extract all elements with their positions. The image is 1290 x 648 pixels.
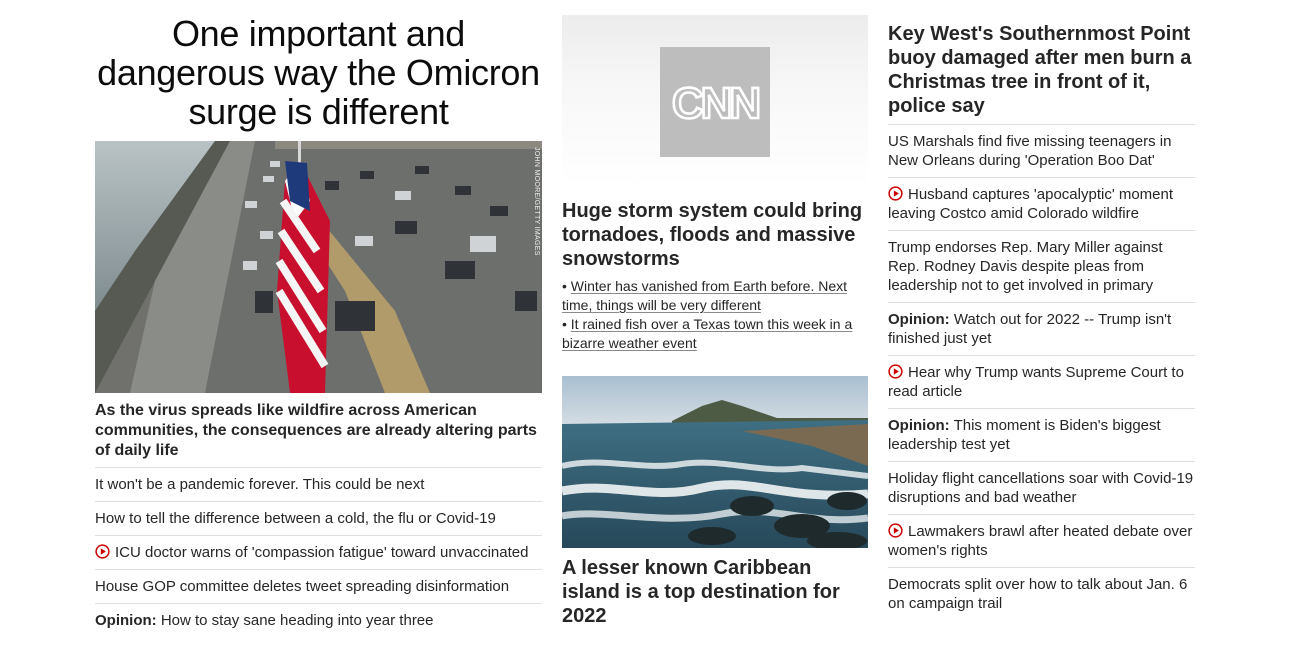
list-item[interactable]: Trump endorses Rep. Mary Miller against … bbox=[888, 230, 1195, 302]
list-item-text: How to tell the difference between a col… bbox=[95, 510, 496, 527]
list-item[interactable]: Lawmakers brawl after heated debate over… bbox=[888, 514, 1195, 567]
opinion-kicker: Opinion: bbox=[95, 612, 157, 629]
opinion-kicker: Opinion: bbox=[888, 311, 950, 328]
lead-headline[interactable]: One important and dangerous way the Omic… bbox=[95, 14, 542, 131]
list-item[interactable]: Opinion: Watch out for 2022 -- Trump isn… bbox=[888, 302, 1195, 355]
secondary-stories-column: CNN Huge storm system could bring tornad… bbox=[562, 0, 868, 628]
related-link[interactable]: • It rained fish over a Texas town this … bbox=[562, 315, 868, 353]
play-circle-icon bbox=[888, 364, 903, 379]
cnn-logo-icon: CNN bbox=[660, 47, 770, 157]
list-item-text: Democrats split over how to talk about J… bbox=[888, 576, 1188, 612]
play-circle-icon bbox=[888, 523, 903, 538]
photo-credit: JOHN MOORE/GETTY IMAGES bbox=[533, 147, 540, 256]
related-stories-list: It won't be a pandemic forever. This cou… bbox=[95, 467, 542, 637]
list-item[interactable]: Hear why Trump wants Supreme Court to re… bbox=[888, 355, 1195, 408]
list-item[interactable]: House GOP committee deletes tweet spread… bbox=[95, 569, 542, 603]
storm-story-image[interactable]: CNN bbox=[562, 15, 868, 187]
list-item[interactable]: US Marshals find five missing teenagers … bbox=[888, 124, 1195, 177]
play-circle-icon bbox=[888, 186, 903, 201]
list-item-text: US Marshals find five missing teenagers … bbox=[888, 133, 1172, 169]
lead-story-caption[interactable]: As the virus spreads like wildfire acros… bbox=[95, 401, 542, 461]
list-item[interactable]: Opinion: This moment is Biden's biggest … bbox=[888, 408, 1195, 461]
list-item[interactable]: ICU doctor warns of 'compassion fatigue'… bbox=[95, 535, 542, 569]
list-item[interactable]: Holiday flight cancellations soar with C… bbox=[888, 461, 1195, 514]
caribbean-coast-photo bbox=[562, 376, 868, 548]
list-item-text: ICU doctor warns of 'compassion fatigue'… bbox=[115, 544, 529, 561]
list-item-text: Holiday flight cancellations soar with C… bbox=[888, 470, 1194, 506]
list-item[interactable]: It won't be a pandemic forever. This cou… bbox=[95, 467, 542, 501]
storm-related-links: • Winter has vanished from Earth before.… bbox=[562, 277, 868, 353]
list-item-text: House GOP committee deletes tweet spread… bbox=[95, 578, 510, 595]
list-item-text: It won't be a pandemic forever. This cou… bbox=[95, 476, 425, 493]
list-item-text: Husband captures 'apocalyptic' moment le… bbox=[888, 186, 1174, 222]
list-item[interactable]: Opinion: How to stay sane heading into y… bbox=[95, 603, 542, 637]
related-link[interactable]: • Winter has vanished from Earth before.… bbox=[562, 277, 868, 315]
island-story-image[interactable] bbox=[562, 376, 868, 548]
island-headline[interactable]: A lesser known Caribbean island is a top… bbox=[562, 556, 868, 628]
list-item-text: Hear why Trump wants Supreme Court to re… bbox=[888, 364, 1184, 400]
list-item-text: How to stay sane heading into year three bbox=[160, 612, 434, 629]
list-item[interactable]: Democrats split over how to talk about J… bbox=[888, 567, 1195, 620]
top-stories-column: Key West's Southernmost Point buoy damag… bbox=[888, 0, 1195, 620]
storm-headline[interactable]: Huge storm system could bring tornadoes,… bbox=[562, 199, 868, 271]
lead-story-image[interactable]: . JOHN MOORE/GETTY IMAGES bbox=[95, 141, 542, 393]
play-circle-icon bbox=[95, 544, 110, 559]
parking-lot-photo: . bbox=[95, 141, 542, 393]
opinion-kicker: Opinion: bbox=[888, 417, 950, 434]
list-item[interactable]: How to tell the difference between a col… bbox=[95, 501, 542, 535]
lead-story-column: One important and dangerous way the Omic… bbox=[95, 0, 542, 637]
list-item-text: Trump endorses Rep. Mary Miller against … bbox=[888, 239, 1163, 294]
svg-text:CNN: CNN bbox=[672, 79, 759, 128]
list-item[interactable]: Husband captures 'apocalyptic' moment le… bbox=[888, 177, 1195, 230]
key-west-headline[interactable]: Key West's Southernmost Point buoy damag… bbox=[888, 22, 1195, 118]
top-stories-list: US Marshals find five missing teenagers … bbox=[888, 124, 1195, 620]
list-item-text: Lawmakers brawl after heated debate over… bbox=[888, 523, 1193, 559]
